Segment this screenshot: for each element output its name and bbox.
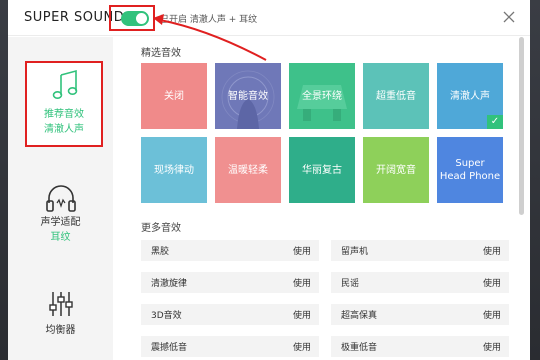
effect-name: 黑胶	[151, 247, 170, 257]
effect-name: 超高保真	[341, 311, 378, 321]
sidebar-item-recommended[interactable]: 推荐音效 清澈人声	[25, 61, 103, 147]
tile-label: 现场律动	[154, 165, 194, 176]
effect-tile-bass[interactable]: 超重低音	[363, 63, 429, 129]
selected-check-icon: ✓	[487, 115, 503, 129]
tile-label: 温暖轻柔	[228, 165, 268, 176]
equalizer-icon	[48, 292, 73, 316]
effect-name: 民谣	[341, 279, 360, 289]
use-button[interactable]: 使用	[293, 340, 311, 353]
use-button[interactable]: 使用	[293, 276, 311, 289]
list-item: 超高保真 使用	[331, 304, 509, 325]
effect-name: 3D音效	[151, 311, 182, 321]
toggle-highlight-frame	[109, 5, 155, 31]
toggle-status-text: 已开启 清澈人声 + 耳纹	[160, 15, 258, 25]
use-button[interactable]: 使用	[483, 276, 501, 289]
headphones-icon	[45, 185, 76, 212]
sidebar-item-sublabel: 清澈人声	[44, 124, 84, 135]
tile-label: 清澈人声	[450, 91, 490, 102]
toggle-knob	[136, 13, 147, 24]
effect-tile-warm[interactable]: 温暖轻柔	[215, 137, 281, 203]
featured-section-title: 精选音效	[141, 48, 181, 59]
effect-tile-super-headphone[interactable]: Super Head Phone	[437, 137, 503, 203]
tile-label-line1: Super	[455, 158, 485, 169]
tile-label: 关闭	[164, 91, 184, 102]
music-note-icon	[52, 69, 78, 99]
sidebar-item-acoustic-adapt[interactable]: 声学适配 耳纹	[8, 183, 113, 245]
list-item: 留声机 使用	[331, 240, 509, 261]
main-content: 精选音效 关闭 智能音效 全景环绕 超重低音 清澈人声 ✓ 现场律动 温暖轻柔 …	[113, 37, 530, 360]
tile-label: 华丽复古	[302, 165, 342, 176]
list-item: 震撼低音 使用	[141, 336, 319, 357]
list-item: 极重低音 使用	[331, 336, 509, 357]
sidebar-item-sublabel: 耳纹	[50, 232, 71, 243]
more-section-title: 更多音效	[141, 223, 181, 234]
effect-tile-clear-vocal[interactable]: 清澈人声 ✓	[437, 63, 503, 129]
effect-tile-off[interactable]: 关闭	[141, 63, 207, 129]
use-button[interactable]: 使用	[483, 244, 501, 257]
effect-tile-retro[interactable]: 华丽复古	[289, 137, 355, 203]
title-bar: SUPER SOUND 已开启 清澈人声 + 耳纹	[8, 0, 530, 36]
list-item: 3D音效 使用	[141, 304, 319, 325]
super-sound-window: SUPER SOUND 已开启 清澈人声 + 耳纹 推荐音效 清澈人声 声学适配…	[8, 0, 530, 360]
close-icon[interactable]	[500, 8, 518, 26]
effect-tile-smart[interactable]: 智能音效	[215, 63, 281, 129]
effect-name: 清澈旋律	[151, 279, 188, 289]
effect-name: 留声机	[341, 247, 369, 257]
list-item: 黑胶 使用	[141, 240, 319, 261]
sidebar-item-equalizer[interactable]: 均衡器	[8, 289, 113, 338]
tile-label: 全景环绕	[302, 91, 342, 102]
tile-label-line2: Head Phone	[439, 171, 501, 182]
super-sound-toggle[interactable]	[121, 11, 149, 26]
sidebar-item-label: 声学适配	[40, 217, 81, 228]
use-button[interactable]: 使用	[483, 308, 501, 321]
use-button[interactable]: 使用	[293, 244, 311, 257]
tile-label: 开阔宽音	[376, 165, 416, 176]
sidebar: 推荐音效 清澈人声 声学适配 耳纹 均衡器	[8, 37, 113, 360]
effect-name: 震撼低音	[151, 343, 188, 353]
effect-name: 极重低音	[341, 343, 378, 353]
list-item: 民谣 使用	[331, 272, 509, 293]
sidebar-item-label: 均衡器	[45, 325, 76, 336]
effect-tile-wide[interactable]: 开阔宽音	[363, 137, 429, 203]
tile-label: 超重低音	[376, 91, 416, 102]
effect-tile-live[interactable]: 现场律动	[141, 137, 207, 203]
use-button[interactable]: 使用	[293, 308, 311, 321]
scrollbar[interactable]	[519, 37, 524, 215]
effect-tile-surround[interactable]: 全景环绕	[289, 63, 355, 129]
sidebar-item-label: 推荐音效	[44, 109, 84, 120]
list-item: 清澈旋律 使用	[141, 272, 319, 293]
use-button[interactable]: 使用	[483, 340, 501, 353]
tile-label: 智能音效	[228, 91, 268, 102]
